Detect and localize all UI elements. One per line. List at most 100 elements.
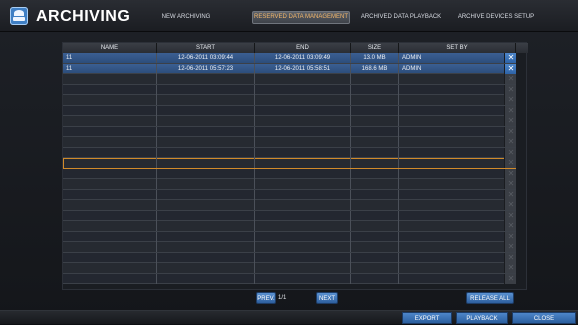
tab-new-archiving[interactable]: NEW ARCHIVING <box>158 11 214 24</box>
close-button[interactable]: CLOSE <box>512 312 576 324</box>
cell-size <box>351 273 399 284</box>
header-bar: ARCHIVING NEW ARCHIVING RESERVED DATA MA… <box>0 0 578 32</box>
table-row[interactable]: ✕ <box>63 147 516 158</box>
cell-start <box>157 116 255 126</box>
close-icon: ✕ <box>507 263 515 272</box>
cell-set-by <box>399 200 516 210</box>
cell-size <box>351 84 399 95</box>
cell-size <box>351 263 399 273</box>
cell-set-by <box>399 263 516 273</box>
close-icon: ✕ <box>507 53 515 62</box>
delete-reservation-button: ✕ <box>504 74 516 84</box>
cell-set-by <box>399 126 516 137</box>
cell-name: 11 <box>63 53 157 63</box>
column-header-name: NAME <box>63 43 157 53</box>
table-row[interactable]: ✕ <box>63 84 516 95</box>
close-icon: ✕ <box>507 252 515 262</box>
release-all-button[interactable]: RELEASE ALL <box>466 292 514 304</box>
cell-set-by <box>399 158 516 168</box>
table-row[interactable]: ✕ <box>63 252 516 263</box>
prev-button[interactable]: PREV. <box>256 292 276 304</box>
page-title: ARCHIVING <box>36 8 131 25</box>
cell-end: 12-06-2011 05:58:51 <box>255 63 351 74</box>
cell-start <box>157 273 255 284</box>
close-icon: ✕ <box>507 116 515 125</box>
cell-set-by <box>399 74 516 84</box>
table-row[interactable]: ✕ <box>63 137 516 148</box>
column-header-set-by: SET BY <box>399 43 516 53</box>
table-row[interactable]: ✕ <box>63 74 516 85</box>
delete-reservation-button[interactable]: ✕ <box>504 53 516 63</box>
next-button[interactable]: NEXT <box>316 292 338 304</box>
table-row[interactable]: ✕ <box>63 221 516 232</box>
table-row[interactable]: ✕ <box>63 158 516 169</box>
column-header-end: END <box>255 43 351 53</box>
close-icon: ✕ <box>507 84 515 94</box>
cell-start <box>157 95 255 105</box>
cell-name <box>63 105 157 116</box>
delete-reservation-button: ✕ <box>504 231 516 242</box>
close-icon: ✕ <box>507 63 515 73</box>
cell-set-by <box>399 189 516 200</box>
table-row[interactable]: ✕ <box>63 200 516 211</box>
close-icon: ✕ <box>507 273 515 283</box>
cell-start <box>157 231 255 242</box>
table-row[interactable]: ✕ <box>63 168 516 179</box>
delete-reservation-button: ✕ <box>504 158 516 168</box>
cell-size <box>351 221 399 231</box>
cell-name <box>63 273 157 284</box>
export-button[interactable]: EXPORT <box>402 312 452 324</box>
tab-archived-data-playback[interactable]: ARCHIVED DATA PLAYBACK <box>357 11 445 24</box>
delete-reservation-button: ✕ <box>504 200 516 210</box>
cell-name <box>63 252 157 263</box>
delete-reservation-button: ✕ <box>504 210 516 221</box>
delete-reservation-button: ✕ <box>504 95 516 105</box>
tab-archive-devices-setup[interactable]: ARCHIVE DEVICES SETUP <box>456 11 536 24</box>
table-row[interactable]: ✕ <box>63 273 516 284</box>
table-row[interactable]: 11 12-06-2011 05:57:23 12-06-2011 05:58:51… <box>63 63 516 74</box>
cell-name <box>63 84 157 95</box>
cell-size <box>351 200 399 210</box>
table-row[interactable]: ✕ <box>63 105 516 116</box>
cell-set-by <box>399 105 516 116</box>
footer-bar: EXPORT PLAYBACK CLOSE <box>0 310 578 324</box>
cell-end <box>255 137 351 147</box>
cell-set-by: ADMIN <box>399 63 516 74</box>
cell-end <box>255 126 351 137</box>
cell-set-by <box>399 95 516 105</box>
cell-end <box>255 273 351 284</box>
cell-name <box>63 168 157 179</box>
table-row[interactable]: ✕ <box>63 126 516 137</box>
delete-reservation-button[interactable]: ✕ <box>504 63 516 74</box>
cell-name <box>63 189 157 200</box>
cell-name <box>63 158 157 168</box>
cell-end <box>255 189 351 200</box>
cell-end <box>255 84 351 95</box>
cell-size <box>351 210 399 221</box>
table-row[interactable]: ✕ <box>63 263 516 274</box>
cell-start <box>157 126 255 137</box>
cell-end <box>255 200 351 210</box>
table-row[interactable]: ✕ <box>63 231 516 242</box>
close-icon: ✕ <box>507 158 515 167</box>
cell-size <box>351 74 399 84</box>
cell-set-by <box>399 168 516 179</box>
cell-name <box>63 210 157 221</box>
table-row[interactable]: ✕ <box>63 242 516 253</box>
table-row[interactable]: ✕ <box>63 95 516 106</box>
table-row[interactable]: ✕ <box>63 179 516 190</box>
close-icon: ✕ <box>507 221 515 230</box>
close-icon: ✕ <box>507 189 515 199</box>
cell-set-by <box>399 221 516 231</box>
table-row[interactable]: ✕ <box>63 189 516 200</box>
table-row[interactable]: ✕ <box>63 210 516 221</box>
playback-button[interactable]: PLAYBACK <box>456 312 508 324</box>
table-row[interactable]: 11 12-06-2011 03:09:44 12-06-2011 03:09:49… <box>63 53 516 64</box>
cell-name: 11 <box>63 63 157 74</box>
cell-set-by <box>399 179 516 189</box>
cell-name <box>63 95 157 105</box>
table-row[interactable]: ✕ <box>63 116 516 127</box>
tab-reserved-data-management[interactable]: RESERVED DATA MANAGEMENT <box>252 11 350 24</box>
delete-reservation-button: ✕ <box>504 137 516 147</box>
close-icon: ✕ <box>507 210 515 220</box>
